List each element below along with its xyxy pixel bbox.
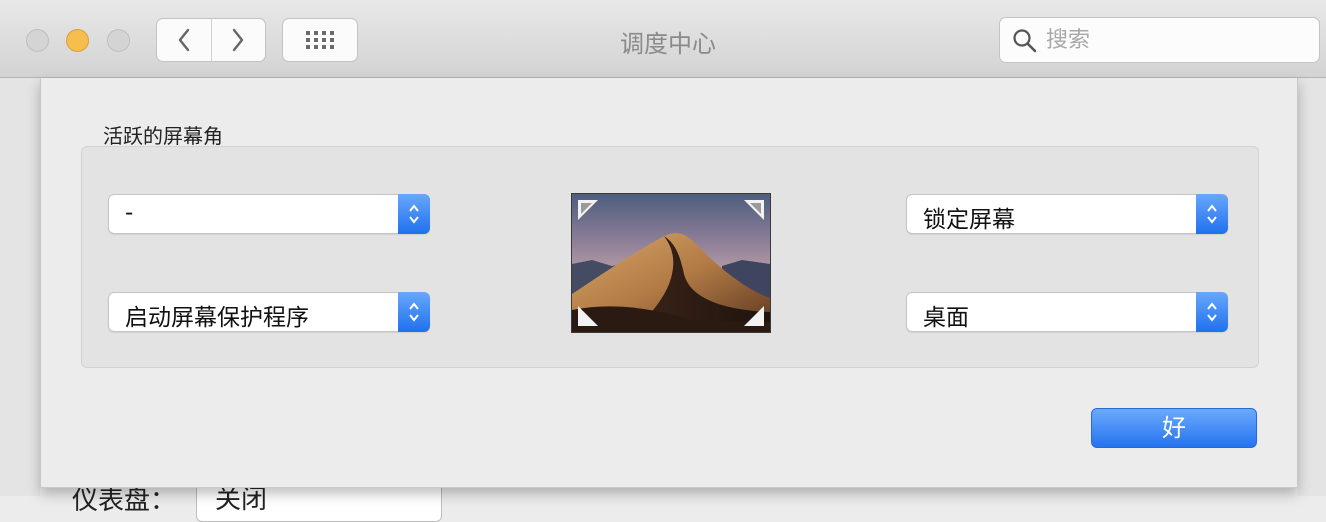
show-all-button[interactable] bbox=[282, 18, 358, 62]
bottom-left-corner-popup[interactable]: 启动屏幕保护程序 bbox=[108, 292, 430, 332]
desert-dune-wallpaper bbox=[572, 194, 770, 332]
back-button[interactable] bbox=[157, 19, 211, 61]
search-input[interactable] bbox=[1046, 18, 1306, 62]
bottom-left-corner-value: 启动屏幕保护程序 bbox=[125, 305, 309, 331]
window-title: 调度中心 bbox=[620, 30, 716, 58]
forward-button[interactable] bbox=[210, 19, 266, 61]
window-toolbar: 调度中心 bbox=[0, 0, 1326, 78]
bottom-right-corner-value: 桌面 bbox=[923, 305, 969, 331]
popup-arrows-icon bbox=[1196, 194, 1228, 234]
top-left-corner-value: - bbox=[125, 200, 134, 226]
search-icon bbox=[1013, 29, 1037, 53]
hot-corners-group-title: 活跃的屏幕角 bbox=[103, 124, 223, 148]
ok-button[interactable]: 好 bbox=[1091, 408, 1257, 448]
zoom-window-button[interactable] bbox=[107, 29, 130, 52]
search-field[interactable] bbox=[999, 17, 1320, 63]
top-right-corner-value: 锁定屏幕 bbox=[923, 207, 1015, 233]
bottom-right-corner-popup[interactable]: 桌面 bbox=[906, 292, 1228, 332]
top-left-corner-popup[interactable]: - bbox=[108, 194, 430, 234]
chevron-right-icon bbox=[233, 28, 244, 52]
background-pane-right bbox=[1298, 78, 1326, 496]
desktop-preview-image bbox=[571, 193, 771, 333]
grid-icon bbox=[306, 31, 334, 49]
top-right-corner-popup[interactable]: 锁定屏幕 bbox=[906, 194, 1228, 234]
close-window-button[interactable] bbox=[26, 29, 49, 52]
dashboard-select[interactable]: 关闭 bbox=[196, 482, 442, 522]
corner-marker-icon bbox=[578, 200, 598, 220]
minimize-window-button[interactable] bbox=[66, 29, 89, 52]
hot-corners-group: - 启动屏幕保护程序 锁定屏幕 桌面 bbox=[81, 146, 1259, 368]
corner-marker-icon bbox=[744, 200, 764, 220]
popup-arrows-icon bbox=[1196, 292, 1228, 332]
corner-marker-icon bbox=[744, 306, 764, 326]
navigation-buttons bbox=[156, 18, 266, 62]
background-pane-left bbox=[0, 78, 40, 496]
corner-marker-icon bbox=[578, 306, 598, 326]
popup-arrows-icon bbox=[398, 194, 430, 234]
popup-arrows-icon bbox=[398, 292, 430, 332]
chevron-left-icon bbox=[178, 28, 189, 52]
hot-corners-sheet: 活跃的屏幕角 - 启动屏幕保护程序 锁定屏幕 桌面 好 bbox=[40, 78, 1298, 488]
